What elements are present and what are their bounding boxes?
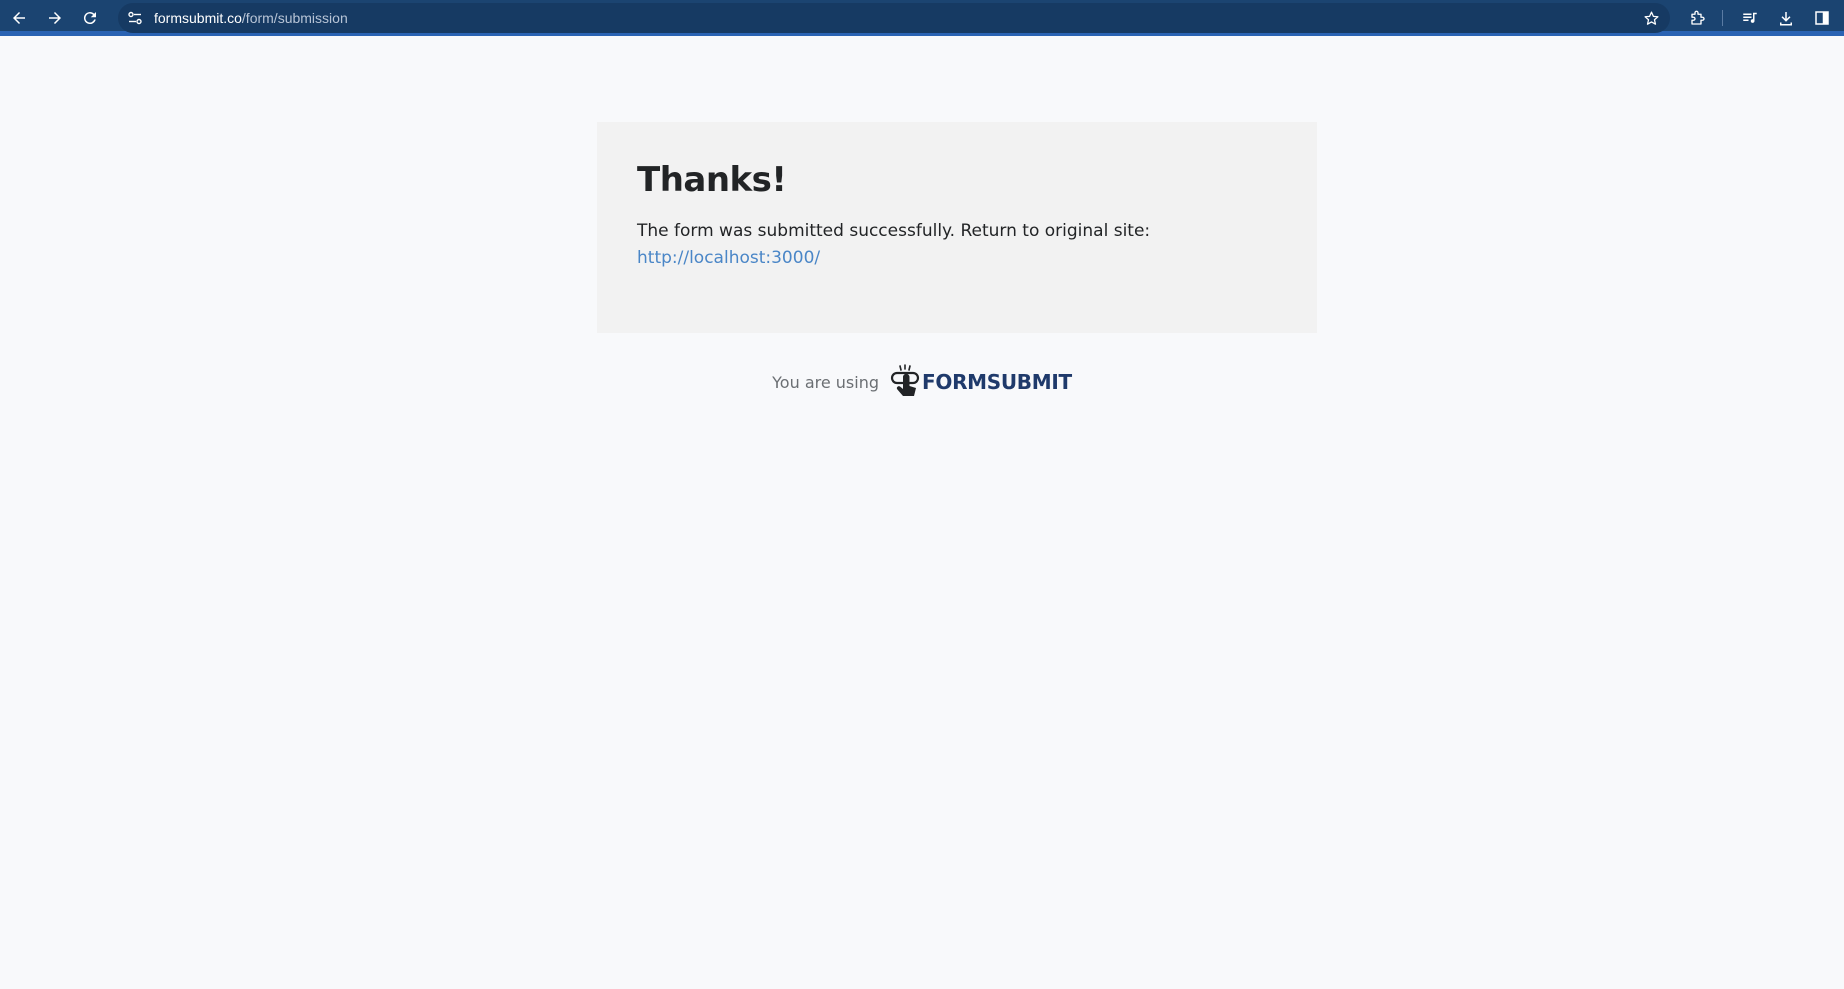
extensions-button[interactable] [1686,6,1710,30]
formsubmit-logo[interactable]: FORMSUBMIT [890,364,1072,400]
extensions-icon [1691,10,1705,25]
confirmation-message: The form was submitted successfully. Ret… [637,218,1277,272]
return-link[interactable]: http://localhost:3000/ [637,248,820,268]
reload-icon [83,12,96,25]
address-bar[interactable]: formsubmit.co/form/submission [118,3,1670,33]
url-domain: formsubmit.co [154,10,242,26]
download-button[interactable] [1774,6,1798,30]
using-text: You are using [772,372,879,392]
reload-button[interactable] [78,6,102,30]
media-controls-icon [1743,12,1757,23]
confirmation-card: Thanks! The form was submitted successfu… [597,122,1317,333]
side-panel-button[interactable] [1810,6,1834,30]
site-info-icon [128,11,142,25]
site-info-button[interactable] [126,9,144,27]
url-path: /form/submission [241,10,348,26]
bookmark-button[interactable] [1642,9,1660,27]
url-text[interactable]: formsubmit.co/form/submission [154,9,348,27]
browser-toolbar: formsubmit.co/form/submission [0,0,1844,36]
back-arrow-icon [13,12,25,24]
forward-button[interactable] [43,6,67,30]
forward-arrow-icon [49,12,61,24]
download-icon [1780,12,1792,26]
side-panel-icon [1815,11,1829,25]
back-button[interactable] [7,6,31,30]
toolbar-divider [1722,10,1723,26]
media-controls-button[interactable] [1738,6,1762,30]
page-title: Thanks! [637,160,787,200]
footer: You are using FORMSUBMIT [0,362,1844,402]
brand-name: FORMSUBMIT [922,370,1072,394]
hand-pointer-logo-icon [890,364,920,396]
bookmark-star-icon [1643,10,1659,25]
message-text: The form was submitted successfully. Ret… [637,221,1151,241]
